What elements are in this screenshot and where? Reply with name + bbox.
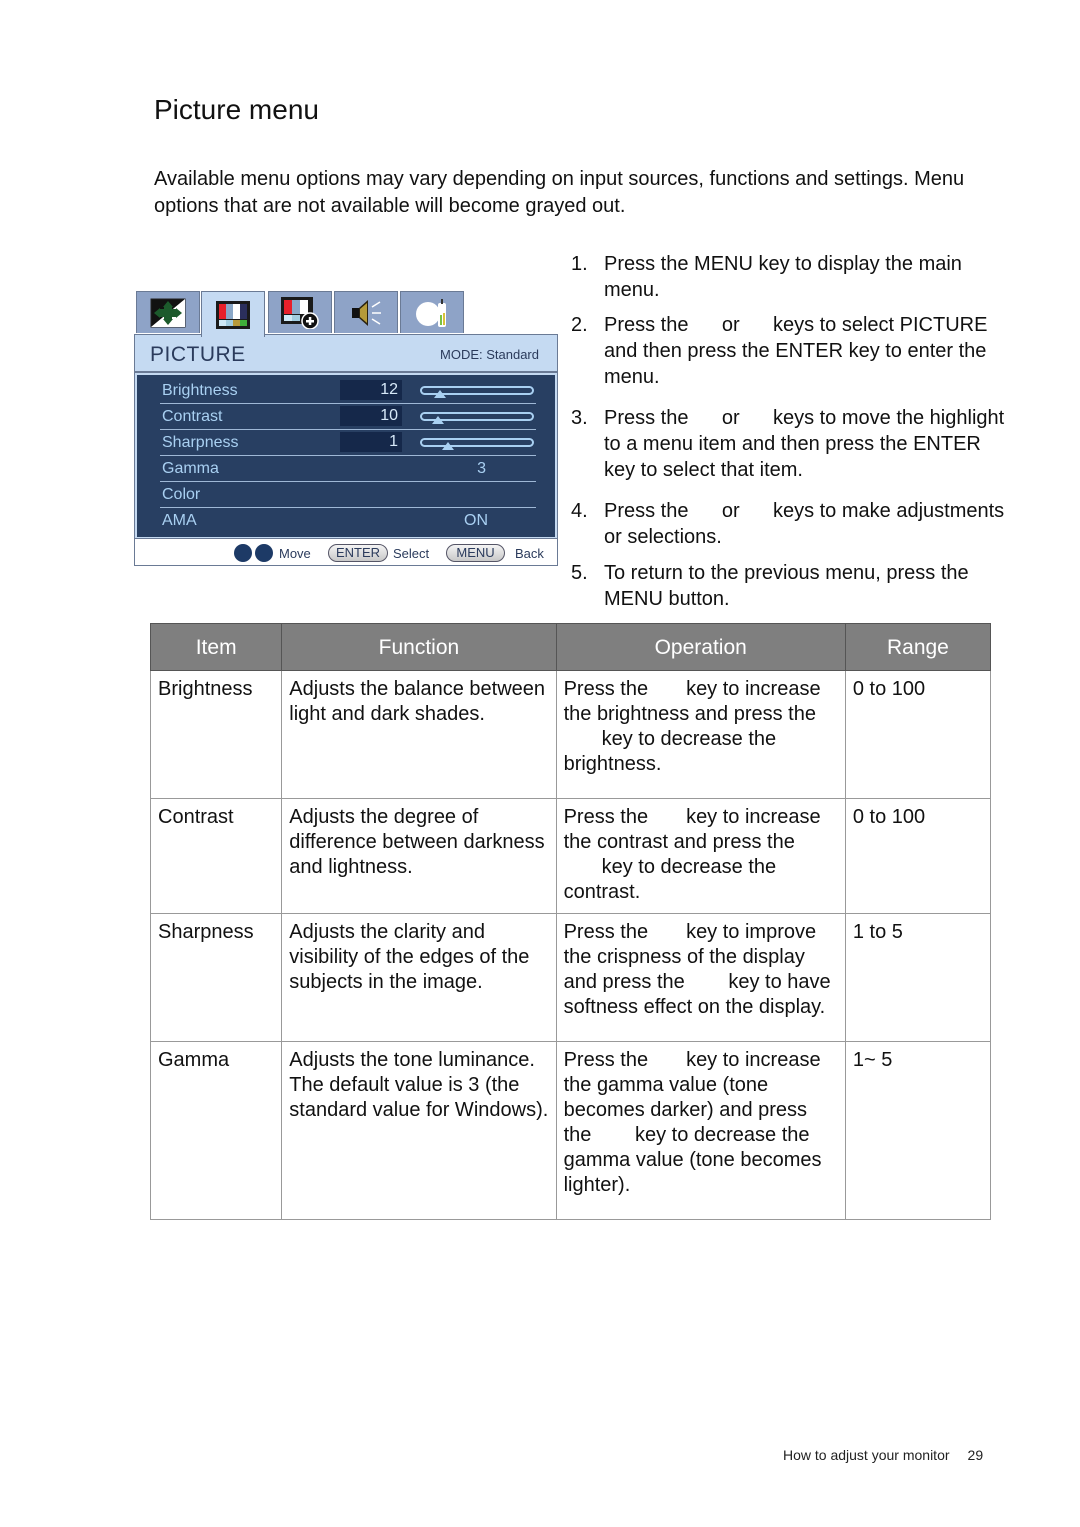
osd-row-label: AMA (162, 512, 197, 529)
osd-row-contrast[interactable]: Contrast 10 (160, 404, 536, 430)
cell-item: Brightness (149, 670, 283, 799)
header-item: Item (149, 623, 283, 671)
footer-section: How to adjust your monitor (783, 1447, 950, 1463)
cell-item: Contrast (149, 798, 283, 914)
sharpness-slider[interactable] (420, 438, 534, 450)
cell-item: Sharpness (149, 913, 283, 1042)
osd-row-color[interactable]: Color (160, 482, 536, 508)
osd-picture-menu: PICTURE MODE: Standard Brightness 12 Con… (134, 290, 558, 567)
cell-item: Gamma (149, 1041, 283, 1220)
display-position-icon (150, 298, 186, 327)
table-row: Sharpness Adjusts the clarity and visibi… (149, 913, 992, 1042)
osd-tab-picture[interactable] (201, 291, 265, 337)
osd-row-label: Color (162, 486, 201, 503)
osd-row-brightness[interactable]: Brightness 12 (160, 378, 536, 404)
cell-range: 0 to 100 (844, 798, 992, 914)
audio-icon (352, 299, 381, 326)
step-text: Press the or keys to select PICTURE and … (604, 314, 994, 388)
cell-range: 0 to 100 (844, 670, 992, 799)
system-icon (416, 298, 446, 327)
move-down-icon (255, 544, 273, 562)
osd-row-label: Contrast (162, 408, 223, 425)
page-title: Picture menu (154, 94, 319, 125)
osd-row-value: 1 (340, 432, 402, 452)
cell-operation: Press the key to increase the brightness … (555, 670, 846, 799)
osd-row-label: Brightness (162, 382, 238, 399)
osd-row-sharpness[interactable]: Sharpness 1 (160, 430, 536, 456)
cell-range: 1~ 5 (844, 1041, 992, 1220)
intro-paragraph: Available menu options may vary dependin… (154, 168, 965, 217)
osd-mode-label: MODE: Standard (440, 347, 539, 362)
cell-operation: Press the key to increase the gamma value… (555, 1041, 846, 1220)
step-number: 2. (571, 314, 588, 336)
osd-header: PICTURE MODE: Standard (134, 334, 558, 372)
table-row: Contrast Adjusts the degree of differenc… (149, 798, 992, 914)
osd-tab-audio[interactable] (334, 291, 398, 333)
op-text: Press the (563, 921, 649, 943)
slider-thumb[interactable] (434, 390, 446, 398)
step-text: To return to the previous menu, press th… (604, 562, 969, 610)
cell-operation: Press the key to increase the contrast an… (555, 798, 846, 914)
osd-title: PICTURE (150, 343, 246, 366)
table-row: Brightness Adjusts the balance between l… (149, 670, 992, 799)
op-text: key to decrease the brightness. (563, 728, 777, 775)
cell-function: Adjusts the clarity and visibility of th… (281, 913, 557, 1042)
osd-row-value: ON (464, 512, 488, 529)
osd-row-gamma[interactable]: Gamma 3 (160, 456, 536, 482)
step-number: 1. (571, 253, 588, 275)
brightness-slider[interactable] (420, 386, 534, 398)
cell-function: Adjusts the degree of difference between… (281, 798, 557, 914)
menu-key-icon: MENU (446, 544, 505, 562)
step-text: Press the MENU key to display the main m… (604, 253, 962, 301)
osd-row-ama[interactable]: AMA ON (162, 508, 536, 534)
cell-function: Adjusts the balance between light and da… (281, 670, 557, 799)
enter-key-icon: ENTER (328, 544, 388, 562)
osd-row-label: Sharpness (162, 434, 239, 451)
page-number: 29 (967, 1447, 984, 1463)
osd-row-label: Gamma (162, 460, 219, 477)
select-hint: Select (393, 546, 430, 561)
cell-operation: Press the key to improve the crispness of… (555, 913, 846, 1042)
osd-row-value: 12 (340, 380, 402, 400)
step-number: 5. (571, 562, 588, 584)
slider-thumb[interactable] (432, 416, 444, 424)
osd-tabs (134, 290, 558, 337)
op-text: Press the (563, 678, 649, 700)
osd-row-value: 10 (340, 406, 402, 426)
move-hint: Move (279, 546, 311, 561)
op-text: Press the (563, 806, 649, 828)
cell-range: 1 to 5 (844, 913, 992, 1042)
osd-tab-picture-advanced[interactable] (268, 291, 332, 333)
picture-icon (216, 300, 250, 329)
header-function: Function (281, 623, 557, 671)
op-text: key to decrease the gamma value (tone be… (563, 1124, 822, 1196)
contrast-slider[interactable] (420, 412, 534, 424)
osd-tab-display[interactable] (136, 291, 200, 333)
cell-function: Adjusts the tone luminance. The default … (281, 1041, 557, 1220)
osd-item-list: Brightness 12 Contrast 10 Sharpness 1 Ga… (137, 375, 555, 537)
op-text: Press the (563, 1049, 649, 1071)
back-hint: Back (515, 546, 544, 561)
picture-menu-table: Item Function Operation Range Brightness… (149, 623, 992, 1220)
table-row: Gamma Adjusts the tone luminance. The de… (149, 1041, 992, 1220)
header-range: Range (844, 623, 992, 671)
step-number: 4. (571, 500, 588, 522)
osd-row-value: 3 (477, 460, 486, 477)
step-number: 3. (571, 407, 588, 429)
page-footer: How to adjust your monitor 29 (783, 1447, 983, 1463)
osd-tab-system[interactable] (400, 291, 464, 333)
op-text: key to decrease the contrast. (563, 856, 777, 903)
table-header-row: Item Function Operation Range (149, 623, 992, 671)
move-up-icon (234, 544, 252, 562)
slider-thumb[interactable] (442, 442, 454, 450)
osd-body: Brightness 12 Contrast 10 Sharpness 1 Ga… (134, 372, 558, 540)
osd-footer: Move ENTER Select MENU Back (134, 538, 558, 566)
header-operation: Operation (555, 623, 846, 671)
step-text: Press the or keys to make adjustments or… (604, 500, 1010, 548)
picture-advanced-icon (281, 296, 319, 329)
step-text: Press the or keys to move the highlight … (604, 407, 1010, 481)
